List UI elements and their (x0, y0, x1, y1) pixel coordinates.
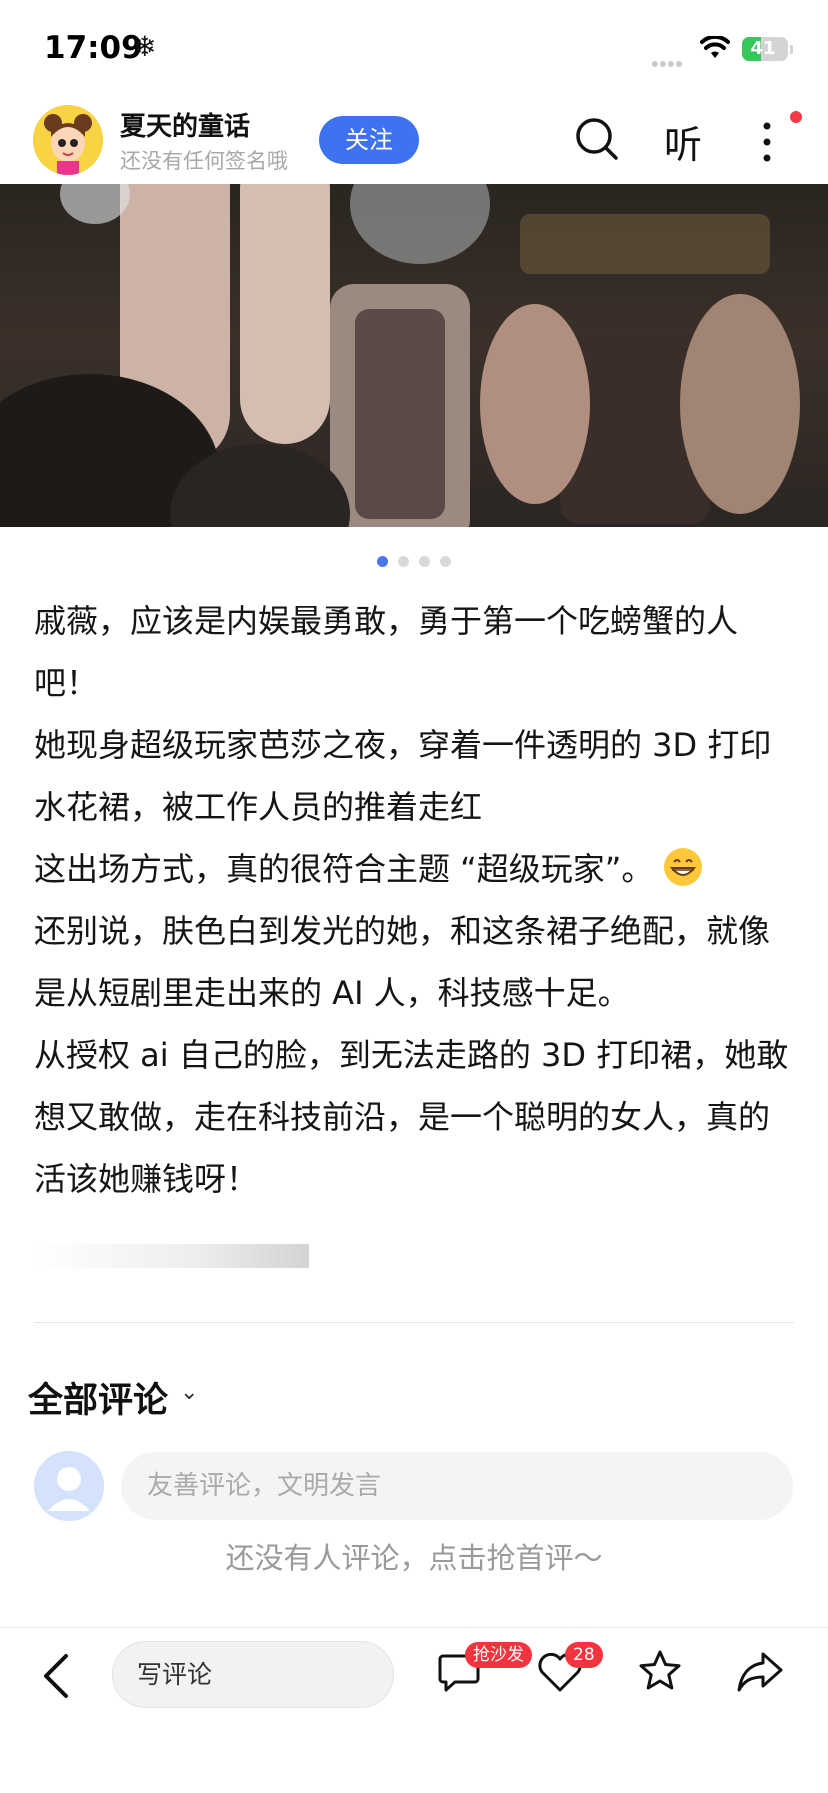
comments-title[interactable]: 全部评论 (28, 1372, 168, 1423)
follow-button[interactable]: 关注 (319, 116, 419, 164)
no-comments-text[interactable]: 还没有人评论，点击抢首评～ (0, 1535, 828, 1577)
article-paragraph-text: 这出场方式，真的很符合主题 “超级玩家”。 (34, 850, 654, 888)
snowflake-icon: ❄ (133, 30, 157, 63)
battery-icon: 41 (742, 37, 788, 61)
article-image[interactable] (0, 184, 828, 527)
listen-button[interactable]: 听 (664, 114, 702, 169)
battery-level: 41 (750, 38, 776, 59)
carousel-indicator[interactable] (0, 552, 828, 571)
battery-cap (790, 45, 793, 54)
notification-dot (790, 111, 802, 123)
chevron-down-icon[interactable]: ⌄ (180, 1380, 198, 1405)
status-time: 17:09 (44, 30, 143, 66)
article-paragraph: 这出场方式，真的很符合主题 “超级玩家”。 (34, 838, 794, 900)
author-signature: 还没有任何签名哦 (120, 149, 288, 173)
comment-input[interactable]: 友善评论，文明发言 (121, 1452, 793, 1520)
carousel-dot[interactable] (398, 556, 409, 567)
article-paragraph: 还别说，肤色白到发光的她，和这条裙子绝配，就像是从短剧里走出来的 AI 人，科技… (34, 912, 771, 1012)
author-avatar[interactable] (33, 105, 103, 175)
article-paragraph: 她现身超级玩家芭莎之夜，穿着一件透明的 3D 打印水花裙，被工作人员的推着走红 (34, 726, 772, 826)
like-count-badge: 28 (565, 1642, 603, 1668)
more-icon[interactable] (757, 120, 777, 164)
share-icon[interactable] (735, 1648, 785, 1694)
author-name[interactable]: 夏天的童话 (120, 106, 250, 143)
article-paragraph: 从授权 ai 自己的脸，到无法走路的 3D 打印裙，她敢想又敢做，走在科技前沿，… (34, 1036, 789, 1198)
carousel-dot[interactable] (377, 556, 388, 567)
search-icon[interactable] (574, 116, 620, 162)
signal-icon (652, 52, 690, 67)
article-body: 戚薇，应该是内娱最勇敢，勇于第一个吃螃蟹的人吧！ 她现身超级玩家芭莎之夜，穿着一… (34, 590, 794, 1210)
write-comment-input[interactable]: 写评论 (112, 1641, 394, 1708)
back-arrow-icon[interactable] (38, 1650, 74, 1702)
faded-text-placeholder (34, 1244, 309, 1268)
grinning-emoji-icon (663, 848, 702, 886)
sofa-badge: 抢沙发 (465, 1642, 532, 1668)
user-avatar (34, 1451, 104, 1521)
star-icon[interactable] (636, 1648, 684, 1694)
carousel-dot[interactable] (440, 556, 451, 567)
section-divider (34, 1322, 794, 1323)
carousel-dot[interactable] (419, 556, 430, 567)
wifi-icon (700, 36, 730, 58)
article-paragraph: 戚薇，应该是内娱最勇敢，勇于第一个吃螃蟹的人吧！ (34, 602, 739, 702)
